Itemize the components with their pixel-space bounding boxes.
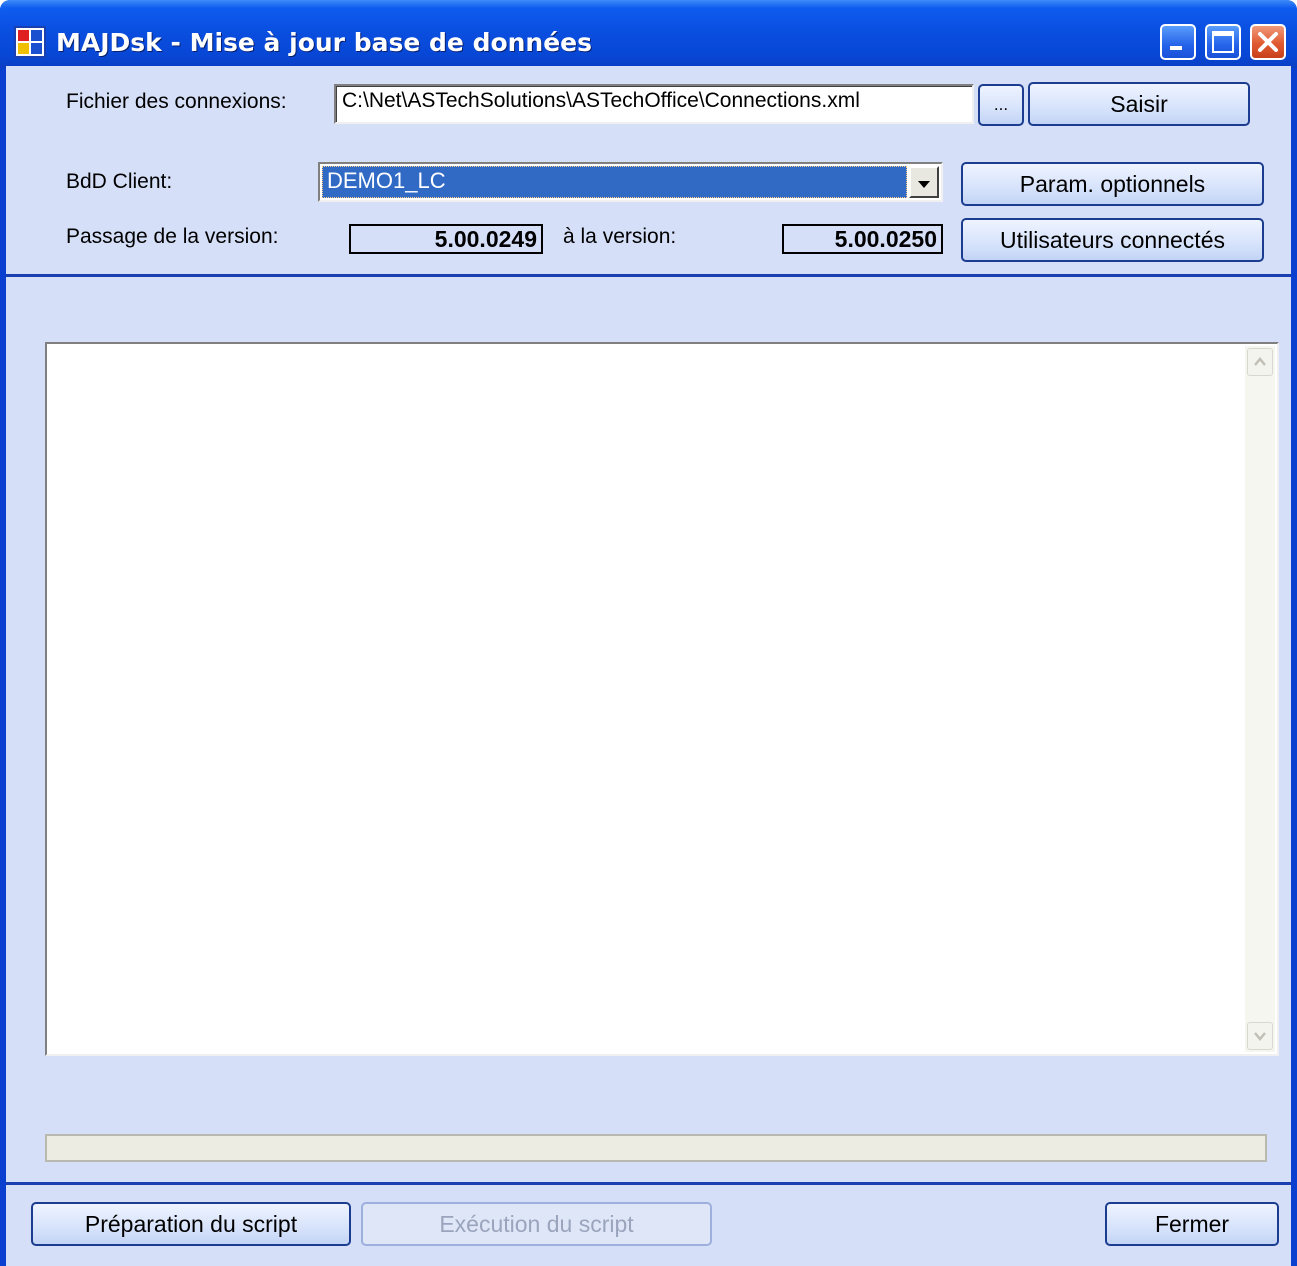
progress-bar [45,1134,1267,1162]
client-db-select[interactable]: DEMO1_LC [318,162,943,202]
client-db-dropdown-button[interactable] [909,166,939,198]
minimize-button[interactable] [1160,24,1196,60]
version-from-value: 5.00.0249 [349,224,543,254]
scroll-up-button[interactable] [1247,348,1273,376]
window-client-area: Fichier des connexions: C:\Net\ASTechSol… [6,66,1291,1266]
bottom-separator [6,1182,1291,1185]
close-dialog-button[interactable]: Fermer [1105,1202,1279,1246]
application-window: MAJDsk - Mise à jour base de données Fic… [0,0,1297,1266]
chevron-down-icon [1254,1032,1266,1041]
connections-file-input[interactable]: C:\Net\ASTechSolutions\ASTechOffice\Conn… [334,84,974,124]
version-to-label: à la version: [563,225,677,248]
script-log-textarea[interactable] [45,342,1279,1056]
chevron-up-icon [1254,357,1266,366]
close-button[interactable] [1250,24,1286,60]
title-bar[interactable]: MAJDsk - Mise à jour base de données [0,0,1297,68]
connected-users-button[interactable]: Utilisateurs connectés [961,218,1264,262]
window-title: MAJDsk - Mise à jour base de données [56,28,593,57]
minimize-icon [1170,46,1182,50]
execute-script-button[interactable]: Exécution du script [361,1202,712,1246]
vertical-scrollbar[interactable] [1245,346,1275,1052]
client-db-label: BdD Client: [66,170,173,193]
saisir-button[interactable]: Saisir [1028,82,1250,126]
close-icon [1258,32,1278,52]
version-from-label: Passage de la version: [66,225,279,248]
maximize-button[interactable] [1205,24,1241,60]
connections-label: Fichier des connexions: [66,90,287,113]
optional-params-button[interactable]: Param. optionnels [961,162,1264,206]
version-to-value: 5.00.0250 [782,224,943,254]
chevron-down-icon [918,181,930,188]
scroll-down-button[interactable] [1247,1022,1273,1050]
client-db-selected-value: DEMO1_LC [322,166,907,198]
top-separator [6,274,1291,277]
maximize-icon [1212,31,1234,53]
app-icon [14,26,46,58]
browse-button[interactable]: ... [978,84,1024,126]
prepare-script-button[interactable]: Préparation du script [31,1202,351,1246]
